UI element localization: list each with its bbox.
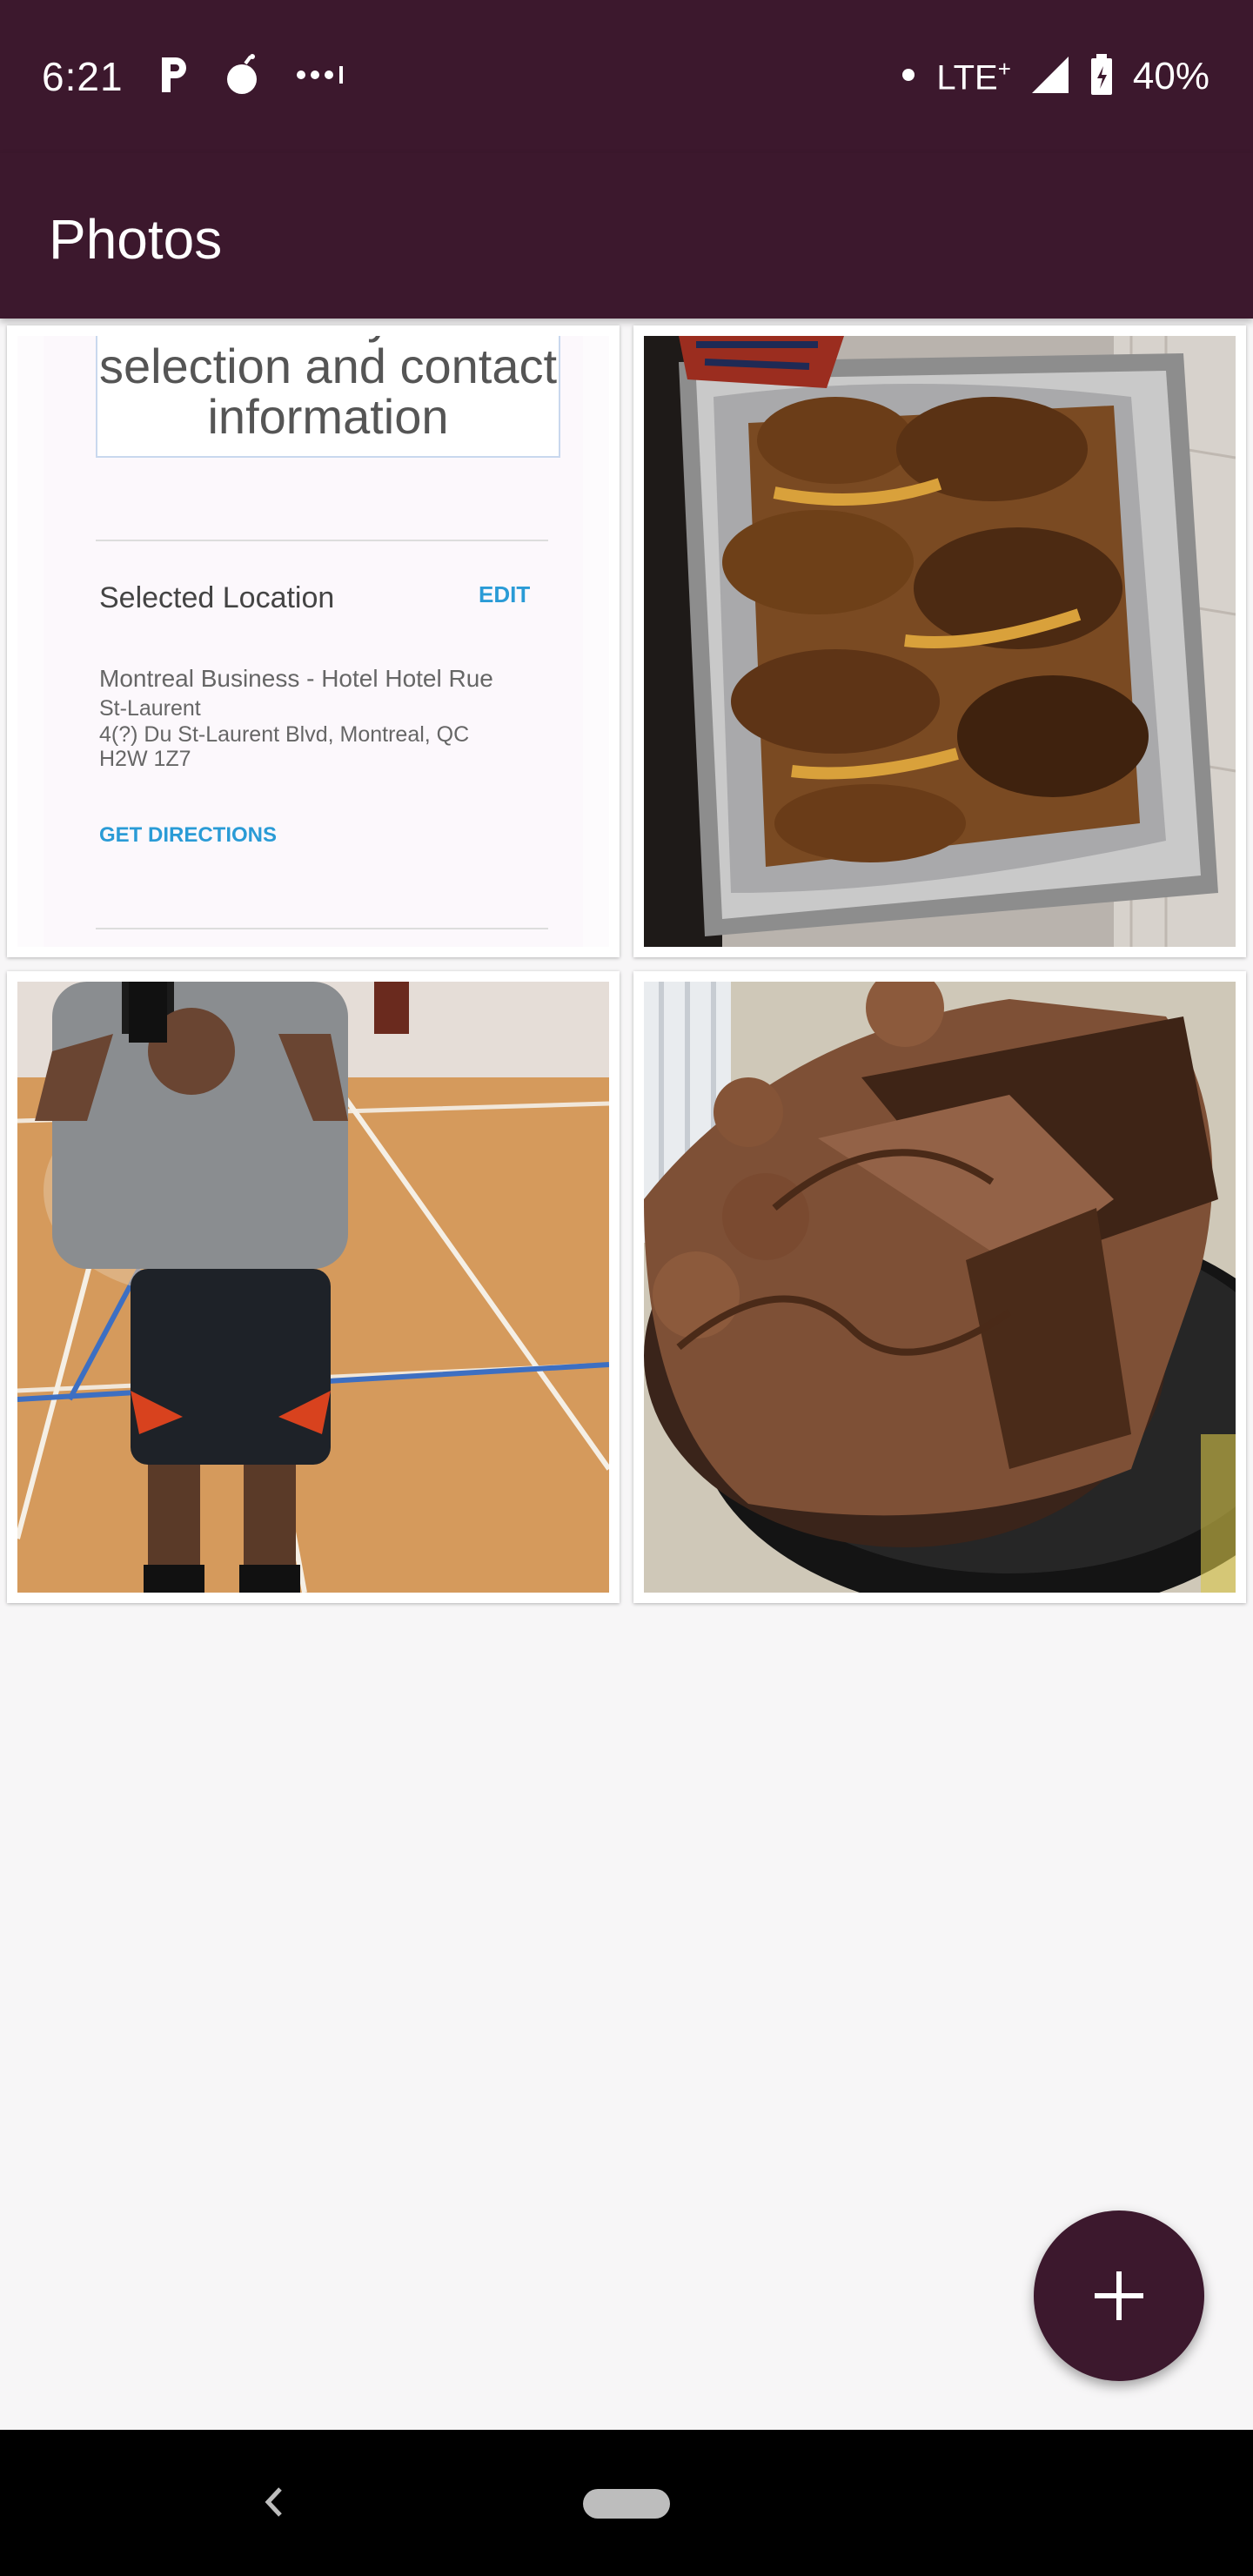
divider xyxy=(96,928,548,929)
battery-icon xyxy=(1089,53,1114,100)
more-notifications-icon xyxy=(294,62,346,92)
page-title: Photos xyxy=(49,208,223,271)
parking-app-icon xyxy=(155,54,193,100)
status-time: 6:21 xyxy=(42,54,124,99)
address-line-4: H2W 1Z7 xyxy=(99,747,191,771)
home-pill-icon[interactable] xyxy=(583,2489,670,2519)
chicken-photo xyxy=(644,336,1236,947)
photo-card-chicken[interactable] xyxy=(633,325,1246,957)
selfie-photo-image xyxy=(17,982,609,1593)
edit-link: EDIT xyxy=(479,581,531,607)
address-line-2: St-Laurent xyxy=(99,696,201,721)
network-type-label: LTE xyxy=(936,58,998,97)
document-heading: Review your selection and contact inform… xyxy=(98,336,558,444)
address-line-1: Montreal Business - Hotel Hotel Rue xyxy=(99,665,493,692)
get-directions-link: GET DIRECTIONS xyxy=(99,823,278,847)
back-icon[interactable] xyxy=(252,2480,296,2524)
notification-dot-icon xyxy=(900,66,917,88)
photo-card-selfie[interactable] xyxy=(7,971,620,1603)
document-thumbnail: Review your selection and contact inform… xyxy=(17,336,609,947)
system-nav-bar xyxy=(0,2430,1253,2576)
add-photo-button[interactable] xyxy=(1034,2210,1204,2381)
plus-icon xyxy=(1095,2271,1143,2320)
photo-card-document[interactable]: Review your selection and contact inform… xyxy=(7,325,620,957)
bomb-app-icon xyxy=(224,53,263,101)
cake-photo xyxy=(644,982,1236,1593)
battery-percent: 40% xyxy=(1132,55,1209,97)
status-right: LTE+ 40% xyxy=(900,50,1209,103)
network-type: LTE+ xyxy=(936,55,1011,97)
cake-photo-image xyxy=(644,982,1236,1593)
app-bar: Photos xyxy=(0,153,1253,319)
selfie-photo xyxy=(17,982,609,1593)
document-page: Review your selection and contact inform… xyxy=(44,336,583,947)
status-left: 6:21 xyxy=(42,50,346,103)
selected-location-label: Selected Location xyxy=(99,581,335,614)
chicken-photo-image xyxy=(644,336,1236,947)
photo-card-cake[interactable] xyxy=(633,971,1246,1603)
signal-icon xyxy=(1030,55,1070,99)
address-line-3: 4(?) Du St-Laurent Blvd, Montreal, QC xyxy=(99,722,470,747)
divider xyxy=(96,540,548,541)
status-bar: 6:21 LTE+ 40% xyxy=(0,0,1253,153)
document-heading-box: Review your selection and contact inform… xyxy=(96,336,560,458)
